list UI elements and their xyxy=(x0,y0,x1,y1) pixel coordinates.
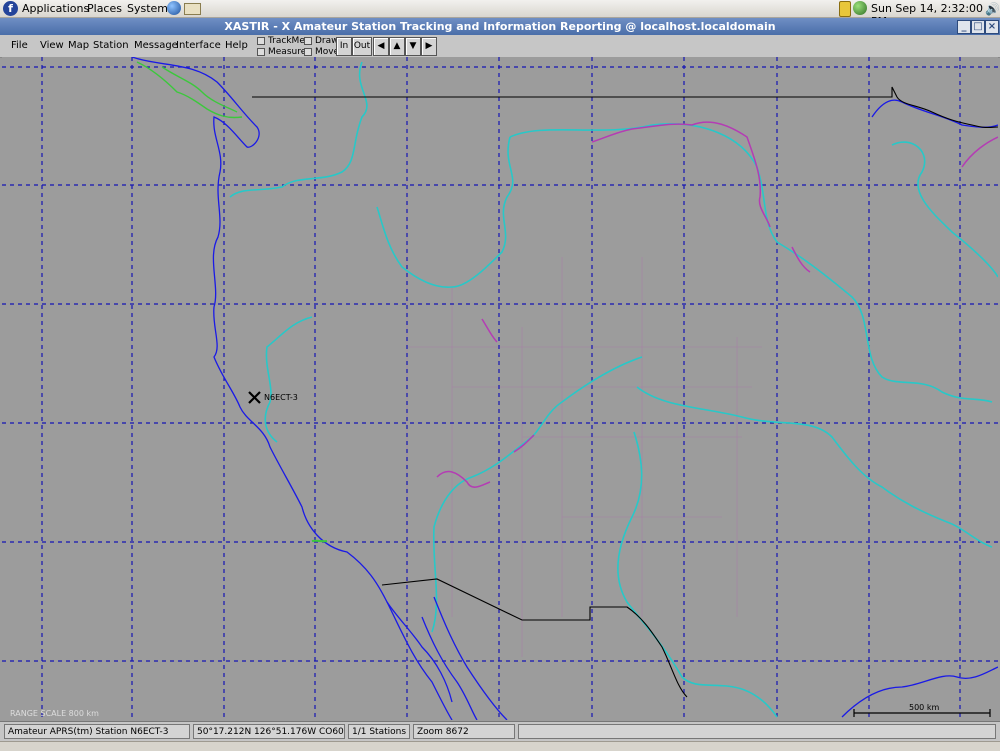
web-browser-icon[interactable] xyxy=(167,1,181,15)
rivers xyxy=(229,61,998,718)
gnome-foot-icon[interactable]: f xyxy=(3,1,18,16)
pan-left-button[interactable]: ◀ xyxy=(373,37,389,56)
top-panel: f Applications Places System Sun Sep 14,… xyxy=(0,0,1000,28)
border-lines xyxy=(252,86,998,698)
menu-file[interactable]: File xyxy=(11,40,28,51)
map-canvas[interactable]: N6ECT-3 RANGE SCALE 800 km 500 km xyxy=(2,57,998,720)
applications-menu[interactable]: Applications xyxy=(22,2,89,15)
scale-bar-label: 500 km xyxy=(909,703,940,712)
map-drawing xyxy=(2,57,998,720)
menu-message[interactable]: Message xyxy=(134,40,178,51)
pan-up-button[interactable]: ▲ xyxy=(389,37,405,56)
zoom-level-field: Zoom 8672 xyxy=(413,724,515,739)
menubar: File View Map Station Message Interface … xyxy=(0,35,1000,58)
pan-down-button[interactable]: ▼ xyxy=(405,37,421,56)
zoom-in-button[interactable]: In xyxy=(336,37,352,56)
zoom-out-button[interactable]: Out xyxy=(352,37,372,56)
coast-segment xyxy=(311,539,328,543)
draw-checkbox[interactable]: Draw xyxy=(304,36,339,46)
menu-view[interactable]: View xyxy=(40,40,64,51)
menu-interface[interactable]: Interface xyxy=(176,40,221,51)
station-icon xyxy=(248,391,261,404)
station-label[interactable]: N6ECT-3 xyxy=(264,393,298,402)
measure-checkbox[interactable]: Measure xyxy=(257,47,306,57)
mail-client-icon[interactable] xyxy=(184,3,201,15)
coordinates-field: 50°17.212N 126°51.176W CO60ng xyxy=(193,724,345,739)
menu-map[interactable]: Map xyxy=(68,40,89,51)
station-info-field: Amateur APRS(tm) Station N6ECT-3 xyxy=(4,724,190,739)
minimize-icon[interactable]: _ xyxy=(957,20,971,34)
window-title: XASTIR - X Amateur Station Tracking and … xyxy=(224,20,776,33)
lat-lon-grid xyxy=(2,57,998,720)
maximize-icon[interactable]: □ xyxy=(971,20,985,34)
close-icon[interactable]: × xyxy=(985,20,999,34)
places-menu[interactable]: Places xyxy=(87,2,122,15)
status-message-field xyxy=(518,724,996,739)
volume-icon[interactable]: 🔊 xyxy=(985,2,1000,16)
move-checkbox[interactable]: Move xyxy=(304,47,339,57)
pan-right-button[interactable]: ▶ xyxy=(421,37,437,56)
range-scale-label: RANGE SCALE 800 km xyxy=(10,709,99,718)
update-notifier-icon[interactable] xyxy=(839,1,851,17)
trackme-checkbox[interactable]: TrackMe xyxy=(257,36,305,46)
system-menu[interactable]: System xyxy=(127,2,168,15)
status-bar: Amateur APRS(tm) Station N6ECT-3 50°17.2… xyxy=(0,721,1000,742)
window-titlebar[interactable]: XASTIR - X Amateur Station Tracking and … xyxy=(0,18,1000,35)
stations-count-field: 1/1 Stations xyxy=(348,724,410,739)
menu-station[interactable]: Station xyxy=(93,40,129,51)
network-icon[interactable] xyxy=(853,1,867,15)
lake-outlines xyxy=(436,121,998,488)
canada-coast xyxy=(136,61,243,119)
menu-help[interactable]: Help xyxy=(225,40,248,51)
